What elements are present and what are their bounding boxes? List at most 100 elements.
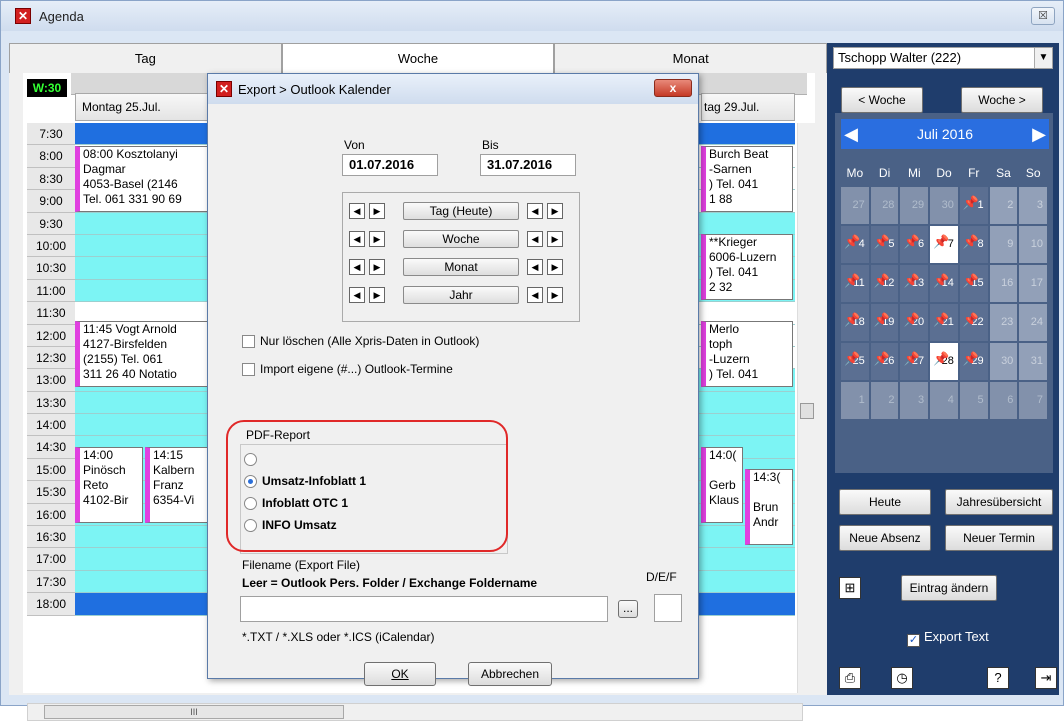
ok-button[interactable]: OK: [364, 662, 436, 686]
dialog-close-button[interactable]: x: [654, 79, 692, 97]
browse-button[interactable]: ...: [618, 600, 638, 618]
arrow-left-icon[interactable]: ◀: [527, 231, 543, 247]
cancel-button[interactable]: Abbrechen: [468, 662, 552, 686]
calendar-day[interactable]: 27: [841, 187, 869, 224]
tab-monat[interactable]: Monat: [554, 43, 828, 73]
appointment[interactable]: Burch Beat -Sarnen ) Tel. 041 1 88: [701, 146, 793, 212]
bis-date-field[interactable]: 31.07.2016: [480, 154, 576, 176]
calendar-day[interactable]: 📌 6: [900, 226, 929, 263]
appointment[interactable]: 14:0( Gerb Klaus: [701, 447, 743, 523]
export-text-checkbox[interactable]: ✓ Export Text: [907, 629, 989, 647]
calendar-day[interactable]: 1: [841, 382, 869, 419]
calendar-day[interactable]: 16: [989, 265, 1018, 302]
def-input[interactable]: [654, 594, 682, 622]
calendar-day[interactable]: 10: [1019, 226, 1048, 263]
calendar-day[interactable]: 📌 11: [841, 265, 869, 302]
edit-entry-button[interactable]: Eintrag ändern: [901, 575, 997, 601]
calendar-day[interactable]: 2: [870, 382, 899, 419]
day-header-monday[interactable]: Montag 25.Jul.: [75, 93, 215, 121]
today-button[interactable]: Heute: [839, 489, 931, 515]
arrow-right-icon[interactable]: ▶: [369, 259, 385, 275]
appointment[interactable]: **Krieger 6006-Luzern ) Tel. 041 2 32: [701, 234, 793, 300]
month-button[interactable]: Monat: [403, 258, 519, 276]
arrow-left-icon[interactable]: ◀: [527, 259, 543, 275]
calendar-day[interactable]: 5: [959, 382, 988, 419]
arrow-right-icon[interactable]: ▶: [547, 287, 563, 303]
calendar-day[interactable]: 4: [930, 382, 958, 419]
arrow-left-icon[interactable]: ◀: [349, 231, 365, 247]
calendar-day[interactable]: 📌 20: [900, 304, 929, 341]
calendar-day[interactable]: 📌 29: [959, 343, 988, 380]
day-today-button[interactable]: Tag (Heute): [403, 202, 519, 220]
arrow-right-icon[interactable]: ▶: [369, 203, 385, 219]
outlook-icon[interactable]: ◷: [891, 667, 913, 689]
appointment[interactable]: 14:00 Pinösch Reto 4102-Bir: [75, 447, 143, 523]
von-date-field[interactable]: 01.07.2016: [342, 154, 438, 176]
calendar-day[interactable]: 28: [870, 187, 899, 224]
day-header-friday[interactable]: tag 29.Jul.: [701, 93, 795, 121]
arrow-left-icon[interactable]: ◀: [349, 287, 365, 303]
tab-tag[interactable]: Tag: [9, 43, 282, 73]
arrow-right-icon[interactable]: ▶: [547, 259, 563, 275]
arrow-left-icon[interactable]: ◀: [349, 203, 365, 219]
calendar-day[interactable]: 📌 25: [841, 343, 869, 380]
year-button[interactable]: Jahr: [403, 286, 519, 304]
calendar-day[interactable]: 📌 1: [959, 187, 988, 224]
week-button[interactable]: Woche: [403, 230, 519, 248]
calendar-day[interactable]: 24: [1019, 304, 1048, 341]
arrow-right-icon[interactable]: ▶: [547, 231, 563, 247]
next-week-button[interactable]: Woche >: [961, 87, 1043, 113]
calendar-day[interactable]: 29: [900, 187, 929, 224]
calendar-day[interactable]: 📌 21: [930, 304, 958, 341]
calendar-day[interactable]: 📌 5: [870, 226, 899, 263]
calendar-day[interactable]: 📌 8: [959, 226, 988, 263]
hscroll-thumb[interactable]: III: [44, 705, 344, 719]
arrow-right-icon[interactable]: ▶: [369, 287, 385, 303]
calendar-day[interactable]: 📌 14: [930, 265, 958, 302]
appointment[interactable]: Merlo toph -Luzern ) Tel. 041: [701, 321, 793, 387]
exit-icon[interactable]: ⇥: [1035, 667, 1057, 689]
vertical-scrollbar[interactable]: [797, 123, 815, 693]
help-icon[interactable]: ?: [987, 667, 1009, 689]
next-month-icon[interactable]: ▶: [1029, 119, 1049, 149]
chevron-down-icon[interactable]: ▼: [1034, 48, 1052, 68]
nur-loeschen-checkbox[interactable]: [242, 335, 255, 348]
calendar-day[interactable]: 📌 27: [900, 343, 929, 380]
calendar-day[interactable]: 📌 13: [900, 265, 929, 302]
calendar-day[interactable]: 2: [989, 187, 1018, 224]
calendar-day[interactable]: 📌 26: [870, 343, 899, 380]
arrow-right-icon[interactable]: ▶: [547, 203, 563, 219]
calendar-day[interactable]: 7: [1019, 382, 1048, 419]
calendar-day[interactable]: 3: [900, 382, 929, 419]
year-overview-button[interactable]: Jahresübersicht: [945, 489, 1053, 515]
calendar-day[interactable]: 23: [989, 304, 1018, 341]
arrow-left-icon[interactable]: ◀: [527, 287, 543, 303]
arrow-left-icon[interactable]: ◀: [349, 259, 365, 275]
calendar-day[interactable]: 6: [989, 382, 1018, 419]
calendar-day[interactable]: 17: [1019, 265, 1048, 302]
print-icon[interactable]: ⎙: [839, 667, 861, 689]
calendar-day[interactable]: 9: [989, 226, 1018, 263]
prev-month-icon[interactable]: ◀: [841, 119, 861, 149]
calendar-day[interactable]: 30: [930, 187, 958, 224]
calendar-day[interactable]: 30: [989, 343, 1018, 380]
import-eigene-checkbox[interactable]: [242, 363, 255, 376]
calendar-day[interactable]: 📌 19: [870, 304, 899, 341]
appointment[interactable]: 14:3( Brun Andr: [745, 469, 793, 545]
new-absence-button[interactable]: Neue Absenz: [839, 525, 931, 551]
calendar-day[interactable]: 📌 18: [841, 304, 869, 341]
calendar-day[interactable]: 3: [1019, 187, 1048, 224]
calendar-day[interactable]: 📌 4: [841, 226, 869, 263]
filename-input[interactable]: [240, 596, 608, 622]
calendar-day[interactable]: 📌 22: [959, 304, 988, 341]
calendar-day[interactable]: 📌 15: [959, 265, 988, 302]
arrow-right-icon[interactable]: ▶: [369, 231, 385, 247]
window-close-button[interactable]: ☒: [1031, 7, 1055, 25]
prev-week-button[interactable]: < Woche: [841, 87, 923, 113]
user-select[interactable]: Tschopp Walter (222) ▼: [833, 47, 1053, 69]
export-tree-icon[interactable]: ⊞: [839, 577, 861, 599]
calendar-day[interactable]: 📌 7: [930, 226, 958, 263]
calendar-day[interactable]: 31: [1019, 343, 1048, 380]
arrow-left-icon[interactable]: ◀: [527, 203, 543, 219]
tab-woche[interactable]: Woche: [281, 43, 555, 73]
